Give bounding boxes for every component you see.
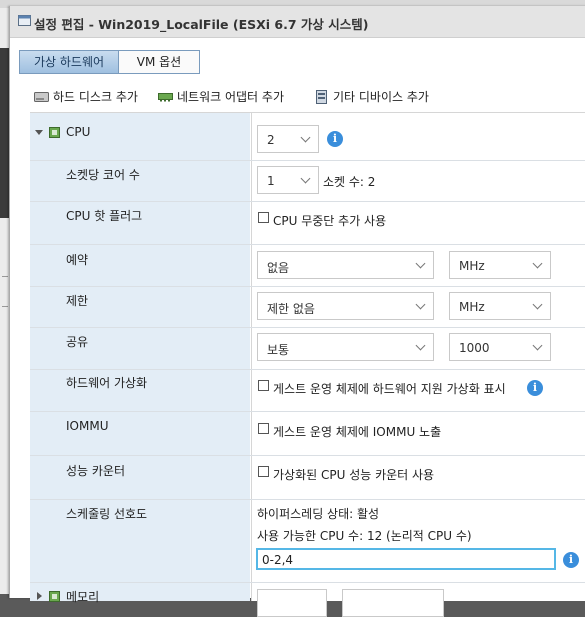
- expand-arrow-icon[interactable]: [37, 592, 42, 600]
- cpu-label: CPU: [66, 125, 91, 139]
- info-icon[interactable]: i: [563, 552, 579, 568]
- limit-select[interactable]: 제한 없음: [257, 292, 434, 320]
- iommu-checkbox[interactable]: [258, 423, 269, 434]
- shares-label: 공유: [66, 335, 89, 349]
- row-divider: [30, 499, 585, 500]
- label-column: [30, 113, 250, 601]
- row-divider: [30, 455, 585, 456]
- perf-counters-label: 성능 카운터: [66, 464, 126, 478]
- chevron-down-icon: [300, 173, 311, 184]
- dialog-title: 설정 편집 - Win2019_LocalFile (ESXi 6.7 가상 시…: [34, 17, 369, 32]
- add-other-device-button[interactable]: 기타 디바이스 추가: [314, 88, 444, 106]
- row-divider: [30, 369, 585, 370]
- reservation-select[interactable]: 없음: [257, 251, 434, 279]
- cores-per-socket-label: 소켓당 코어 수: [66, 168, 140, 182]
- cpu-hotplug-option: CPU 무중단 추가 사용: [273, 214, 387, 228]
- add-other-device-label: 기타 디바이스 추가: [333, 90, 429, 104]
- hardware-table: CPU 2 i 소켓당 코어 수 1 소켓 수: 2 CPU 핫 플러그 CPU…: [30, 112, 585, 617]
- scheduling-affinity-value: 0-2,4: [262, 553, 294, 567]
- limit-unit-select[interactable]: MHz: [449, 292, 551, 320]
- chevron-down-icon: [415, 258, 426, 269]
- memory-size-input[interactable]: [257, 589, 327, 617]
- hw-virtualization-label: 하드웨어 가상화: [66, 376, 148, 390]
- shares-amount: 1000: [459, 341, 490, 355]
- vm-icon: [18, 15, 31, 26]
- memory-unit-select[interactable]: [342, 589, 444, 617]
- cpu-count-value: 2: [267, 133, 275, 147]
- limit-label: 제한: [66, 294, 89, 308]
- network-adapter-icon: [158, 93, 173, 102]
- chevron-down-icon: [532, 299, 543, 310]
- row-divider: [30, 411, 585, 412]
- hyperthreading-status: 하이퍼스레딩 상태: 활성: [257, 507, 380, 521]
- perf-counters-checkbox[interactable]: [258, 466, 269, 477]
- row-divider: [30, 201, 585, 202]
- hw-virtualization-checkbox[interactable]: [258, 380, 269, 391]
- chevron-down-icon: [300, 132, 311, 143]
- row-divider: [30, 582, 585, 583]
- perf-counters-option: 가상화된 CPU 성능 카운터 사용: [273, 468, 435, 482]
- row-divider: [30, 244, 585, 245]
- dialog-titlebar: 설정 편집 - Win2019_LocalFile (ESXi 6.7 가상 시…: [10, 6, 585, 38]
- iommu-label: IOMMU: [66, 419, 109, 433]
- background-tick: [2, 276, 8, 277]
- add-hard-disk-button[interactable]: 하드 디스크 추가: [34, 88, 158, 106]
- hw-virtualization-option: 게스트 운영 체제에 하드웨어 지원 가상화 표시: [273, 382, 506, 396]
- info-icon[interactable]: i: [527, 380, 543, 396]
- reservation-unit-select[interactable]: MHz: [449, 251, 551, 279]
- row-divider: [30, 286, 585, 287]
- chevron-down-icon: [415, 299, 426, 310]
- add-hard-disk-label: 하드 디스크 추가: [53, 90, 138, 104]
- limit-unit: MHz: [459, 300, 485, 314]
- memory-label: 메모리: [66, 590, 100, 604]
- scheduling-affinity-input[interactable]: 0-2,4: [256, 548, 556, 570]
- chevron-down-icon: [532, 340, 543, 351]
- chevron-down-icon: [532, 258, 543, 269]
- shares-amount-select[interactable]: 1000: [449, 333, 551, 361]
- row-divider: [30, 160, 585, 161]
- cores-per-socket-value: 1: [267, 174, 275, 188]
- reservation-label: 예약: [66, 253, 89, 267]
- tab-virtual-hardware[interactable]: 가상 하드웨어: [19, 50, 119, 74]
- background-tick: [2, 306, 8, 307]
- add-network-adapter-label: 네트워크 어댑터 추가: [177, 90, 284, 104]
- collapse-arrow-icon[interactable]: [35, 130, 43, 135]
- shares-select[interactable]: 보통: [257, 333, 434, 361]
- cores-per-socket-select[interactable]: 1: [257, 166, 319, 194]
- edit-settings-dialog: 설정 편집 - Win2019_LocalFile (ESXi 6.7 가상 시…: [9, 6, 585, 617]
- chevron-down-icon: [415, 340, 426, 351]
- other-device-icon: [316, 90, 327, 104]
- socket-count-text: 소켓 수: 2: [323, 175, 376, 189]
- reservation-unit: MHz: [459, 259, 485, 273]
- cpu-hotplug-label: CPU 핫 플러그: [66, 209, 143, 223]
- scheduling-affinity-label: 스케줄링 선호도: [66, 507, 148, 521]
- cpu-hotplug-checkbox[interactable]: [258, 212, 269, 223]
- info-icon[interactable]: i: [327, 131, 343, 147]
- reservation-value: 없음: [267, 261, 290, 275]
- available-cpus-text: 사용 가능한 CPU 수: 12 (논리적 CPU 수): [257, 529, 472, 543]
- memory-icon: [49, 591, 60, 602]
- iommu-option: 게스트 운영 체제에 IOMMU 노출: [273, 425, 442, 439]
- tab-vm-options[interactable]: VM 옵션: [118, 50, 200, 74]
- cpu-chip-icon: [49, 127, 60, 138]
- shares-value: 보통: [267, 343, 290, 357]
- row-divider: [30, 327, 585, 328]
- cpu-count-select[interactable]: 2: [257, 125, 319, 153]
- limit-value: 제한 없음: [267, 302, 315, 316]
- hard-disk-icon: [34, 92, 49, 102]
- add-network-adapter-button[interactable]: 네트워크 어댑터 추가: [158, 88, 308, 106]
